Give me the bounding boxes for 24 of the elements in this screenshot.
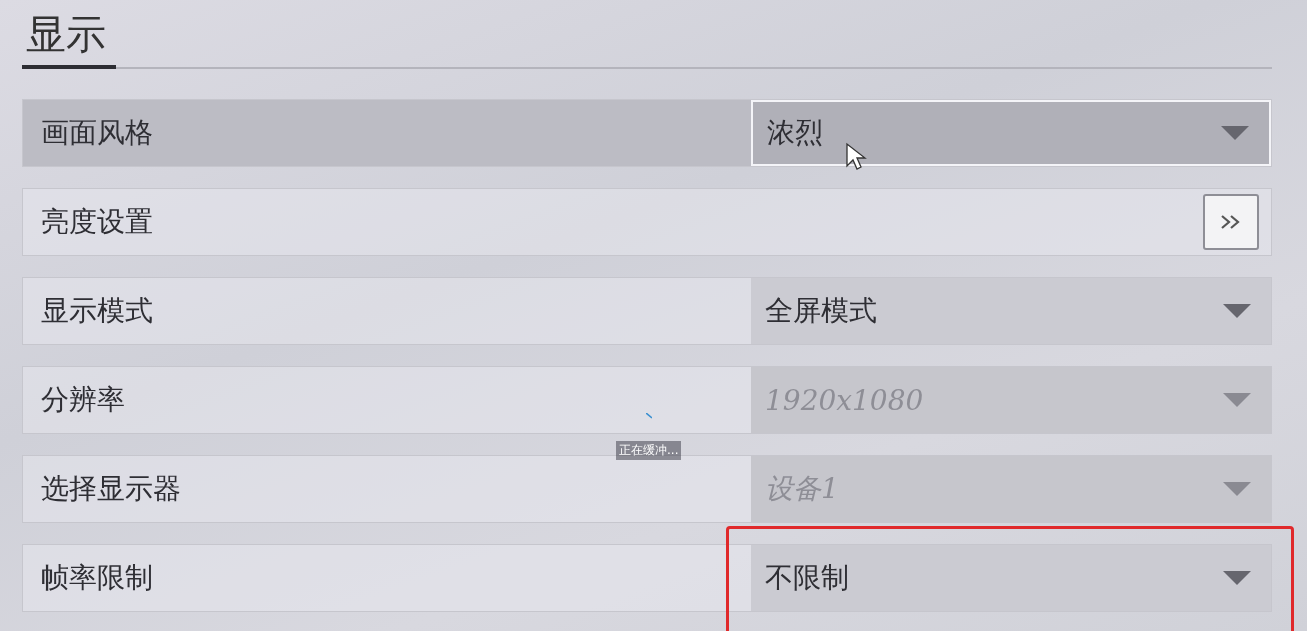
buffering-text: 正在缓冲... bbox=[616, 441, 682, 460]
spinner-icon bbox=[646, 413, 652, 419]
setting-row[interactable]: 帧率限制 不限制 bbox=[22, 544, 1272, 612]
setting-label: 显示模式 bbox=[40, 293, 153, 329]
setting-label: 亮度设置 bbox=[40, 204, 153, 240]
mouse-cursor-icon bbox=[845, 142, 869, 172]
caret-icon bbox=[1223, 482, 1251, 496]
section-tab[interactable]: 显示 bbox=[22, 8, 116, 69]
caret-icon bbox=[1223, 571, 1251, 585]
dropdown[interactable]: 全屏模式 bbox=[751, 278, 1271, 344]
caret-icon bbox=[1223, 393, 1251, 407]
setting-row[interactable]: 画面风格 浓烈 bbox=[22, 99, 1272, 167]
caret-icon bbox=[1221, 126, 1249, 140]
dropdown[interactable]: 不限制 bbox=[751, 545, 1271, 611]
setting-row[interactable]: 亮度设置 bbox=[22, 188, 1272, 256]
setting-label: 分辨率 bbox=[40, 382, 125, 418]
open-button[interactable] bbox=[1203, 194, 1259, 250]
dropdown[interactable]: 浓烈 bbox=[751, 100, 1271, 166]
setting-label: 选择显示器 bbox=[40, 471, 181, 507]
setting-label: 画面风格 bbox=[40, 115, 153, 151]
setting-label: 帧率限制 bbox=[40, 560, 153, 596]
setting-row[interactable]: 显示模式 全屏模式 bbox=[22, 277, 1272, 345]
double-chevron-icon bbox=[1220, 214, 1242, 230]
caret-icon bbox=[1223, 304, 1251, 318]
